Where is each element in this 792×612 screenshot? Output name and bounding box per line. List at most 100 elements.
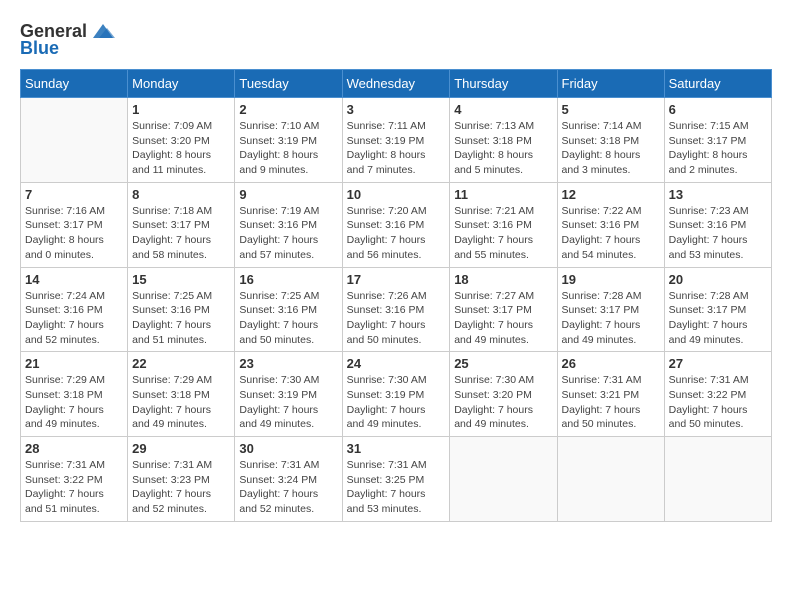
day-info: Sunrise: 7:31 AM Sunset: 3:22 PM Dayligh… <box>669 373 767 432</box>
day-info: Sunrise: 7:10 AM Sunset: 3:19 PM Dayligh… <box>239 119 337 178</box>
day-info: Sunrise: 7:24 AM Sunset: 3:16 PM Dayligh… <box>25 289 123 348</box>
day-number: 27 <box>669 356 767 371</box>
calendar-cell: 11 Sunrise: 7:21 AM Sunset: 3:16 PM Dayli… <box>450 182 557 267</box>
calendar-week-3: 21Sunrise: 7:29 AM Sunset: 3:18 PM Dayli… <box>21 352 772 437</box>
day-number: 7 <box>25 187 123 202</box>
day-number: 26 <box>562 356 660 371</box>
day-number: 1 <box>132 102 230 117</box>
calendar-cell <box>664 437 771 522</box>
day-info: Sunrise: 7:29 AM Sunset: 3:18 PM Dayligh… <box>25 373 123 432</box>
calendar-cell: 13 Sunrise: 7:23 AM Sunset: 3:16 PM Dayli… <box>664 182 771 267</box>
day-number: 2 <box>239 102 337 117</box>
day-number: 9 <box>239 187 337 202</box>
calendar-cell: 6 Sunrise: 7:15 AM Sunset: 3:17 PM Daylig… <box>664 98 771 183</box>
calendar-cell: 25Sunrise: 7:30 AM Sunset: 3:20 PM Dayli… <box>450 352 557 437</box>
calendar-cell: 22Sunrise: 7:29 AM Sunset: 3:18 PM Dayli… <box>128 352 235 437</box>
day-info: Sunrise: 7:18 AM Sunset: 3:17 PM Dayligh… <box>132 204 230 263</box>
day-header-tuesday: Tuesday <box>235 70 342 98</box>
day-info: Sunrise: 7:11 AM Sunset: 3:19 PM Dayligh… <box>347 119 446 178</box>
day-info: Sunrise: 7:25 AM Sunset: 3:16 PM Dayligh… <box>239 289 337 348</box>
calendar-cell: 23 Sunrise: 7:30 AM Sunset: 3:19 PM Dayli… <box>235 352 342 437</box>
calendar-cell: 24 Sunrise: 7:30 AM Sunset: 3:19 PM Dayli… <box>342 352 450 437</box>
day-number: 28 <box>25 441 123 456</box>
calendar-cell: 17 Sunrise: 7:26 AM Sunset: 3:16 PM Dayli… <box>342 267 450 352</box>
day-info: Sunrise: 7:15 AM Sunset: 3:17 PM Dayligh… <box>669 119 767 178</box>
day-number: 11 <box>454 187 552 202</box>
calendar-cell: 21Sunrise: 7:29 AM Sunset: 3:18 PM Dayli… <box>21 352 128 437</box>
day-info: Sunrise: 7:27 AM Sunset: 3:17 PM Dayligh… <box>454 289 552 348</box>
day-number: 3 <box>347 102 446 117</box>
day-info: Sunrise: 7:31 AM Sunset: 3:22 PM Dayligh… <box>25 458 123 517</box>
logo-icon <box>89 20 117 42</box>
day-info: Sunrise: 7:30 AM Sunset: 3:19 PM Dayligh… <box>347 373 446 432</box>
day-number: 16 <box>239 272 337 287</box>
day-number: 22 <box>132 356 230 371</box>
calendar-cell: 3 Sunrise: 7:11 AM Sunset: 3:19 PM Daylig… <box>342 98 450 183</box>
day-header-sunday: Sunday <box>21 70 128 98</box>
logo-blue: Blue <box>20 38 59 59</box>
day-number: 14 <box>25 272 123 287</box>
day-number: 4 <box>454 102 552 117</box>
calendar-cell: 16 Sunrise: 7:25 AM Sunset: 3:16 PM Dayli… <box>235 267 342 352</box>
day-number: 19 <box>562 272 660 287</box>
day-info: Sunrise: 7:13 AM Sunset: 3:18 PM Dayligh… <box>454 119 552 178</box>
day-number: 10 <box>347 187 446 202</box>
calendar-cell: 27 Sunrise: 7:31 AM Sunset: 3:22 PM Dayli… <box>664 352 771 437</box>
calendar-cell: 28 Sunrise: 7:31 AM Sunset: 3:22 PM Dayli… <box>21 437 128 522</box>
day-number: 24 <box>347 356 446 371</box>
calendar-week-0: 1 Sunrise: 7:09 AM Sunset: 3:20 PM Daylig… <box>21 98 772 183</box>
day-number: 31 <box>347 441 446 456</box>
day-info: Sunrise: 7:30 AM Sunset: 3:20 PM Dayligh… <box>454 373 552 432</box>
day-number: 23 <box>239 356 337 371</box>
calendar-cell: 5 Sunrise: 7:14 AM Sunset: 3:18 PM Daylig… <box>557 98 664 183</box>
day-info: Sunrise: 7:26 AM Sunset: 3:16 PM Dayligh… <box>347 289 446 348</box>
calendar-cell: 31Sunrise: 7:31 AM Sunset: 3:25 PM Dayli… <box>342 437 450 522</box>
day-info: Sunrise: 7:31 AM Sunset: 3:23 PM Dayligh… <box>132 458 230 517</box>
logo: General Blue <box>20 20 117 59</box>
day-number: 18 <box>454 272 552 287</box>
page-header: General Blue <box>20 20 772 59</box>
day-info: Sunrise: 7:31 AM Sunset: 3:24 PM Dayligh… <box>239 458 337 517</box>
day-info: Sunrise: 7:09 AM Sunset: 3:20 PM Dayligh… <box>132 119 230 178</box>
day-number: 13 <box>669 187 767 202</box>
day-info: Sunrise: 7:30 AM Sunset: 3:19 PM Dayligh… <box>239 373 337 432</box>
calendar-cell: 7Sunrise: 7:16 AM Sunset: 3:17 PM Daylig… <box>21 182 128 267</box>
day-info: Sunrise: 7:31 AM Sunset: 3:21 PM Dayligh… <box>562 373 660 432</box>
day-info: Sunrise: 7:28 AM Sunset: 3:17 PM Dayligh… <box>562 289 660 348</box>
calendar-cell: 9Sunrise: 7:19 AM Sunset: 3:16 PM Daylig… <box>235 182 342 267</box>
day-info: Sunrise: 7:28 AM Sunset: 3:17 PM Dayligh… <box>669 289 767 348</box>
day-info: Sunrise: 7:23 AM Sunset: 3:16 PM Dayligh… <box>669 204 767 263</box>
calendar-cell: 19 Sunrise: 7:28 AM Sunset: 3:17 PM Dayli… <box>557 267 664 352</box>
day-header-thursday: Thursday <box>450 70 557 98</box>
calendar-cell: 30 Sunrise: 7:31 AM Sunset: 3:24 PM Dayli… <box>235 437 342 522</box>
day-header-monday: Monday <box>128 70 235 98</box>
day-number: 30 <box>239 441 337 456</box>
calendar-cell <box>21 98 128 183</box>
day-info: Sunrise: 7:20 AM Sunset: 3:16 PM Dayligh… <box>347 204 446 263</box>
calendar-cell: 29 Sunrise: 7:31 AM Sunset: 3:23 PM Dayli… <box>128 437 235 522</box>
day-number: 6 <box>669 102 767 117</box>
day-number: 15 <box>132 272 230 287</box>
day-header-saturday: Saturday <box>664 70 771 98</box>
day-header-friday: Friday <box>557 70 664 98</box>
calendar-cell: 15 Sunrise: 7:25 AM Sunset: 3:16 PM Dayli… <box>128 267 235 352</box>
calendar-cell <box>557 437 664 522</box>
day-number: 20 <box>669 272 767 287</box>
calendar-header-row: SundayMondayTuesdayWednesdayThursdayFrid… <box>21 70 772 98</box>
calendar-week-2: 14 Sunrise: 7:24 AM Sunset: 3:16 PM Dayli… <box>21 267 772 352</box>
day-number: 29 <box>132 441 230 456</box>
calendar-table: SundayMondayTuesdayWednesdayThursdayFrid… <box>20 69 772 522</box>
day-number: 8 <box>132 187 230 202</box>
day-info: Sunrise: 7:21 AM Sunset: 3:16 PM Dayligh… <box>454 204 552 263</box>
day-info: Sunrise: 7:25 AM Sunset: 3:16 PM Dayligh… <box>132 289 230 348</box>
day-info: Sunrise: 7:22 AM Sunset: 3:16 PM Dayligh… <box>562 204 660 263</box>
day-number: 5 <box>562 102 660 117</box>
calendar-cell: 8 Sunrise: 7:18 AM Sunset: 3:17 PM Daylig… <box>128 182 235 267</box>
day-header-wednesday: Wednesday <box>342 70 450 98</box>
calendar-cell <box>450 437 557 522</box>
calendar-week-1: 7Sunrise: 7:16 AM Sunset: 3:17 PM Daylig… <box>21 182 772 267</box>
day-number: 17 <box>347 272 446 287</box>
day-info: Sunrise: 7:14 AM Sunset: 3:18 PM Dayligh… <box>562 119 660 178</box>
calendar-cell: 2 Sunrise: 7:10 AM Sunset: 3:19 PM Daylig… <box>235 98 342 183</box>
calendar-week-4: 28 Sunrise: 7:31 AM Sunset: 3:22 PM Dayli… <box>21 437 772 522</box>
